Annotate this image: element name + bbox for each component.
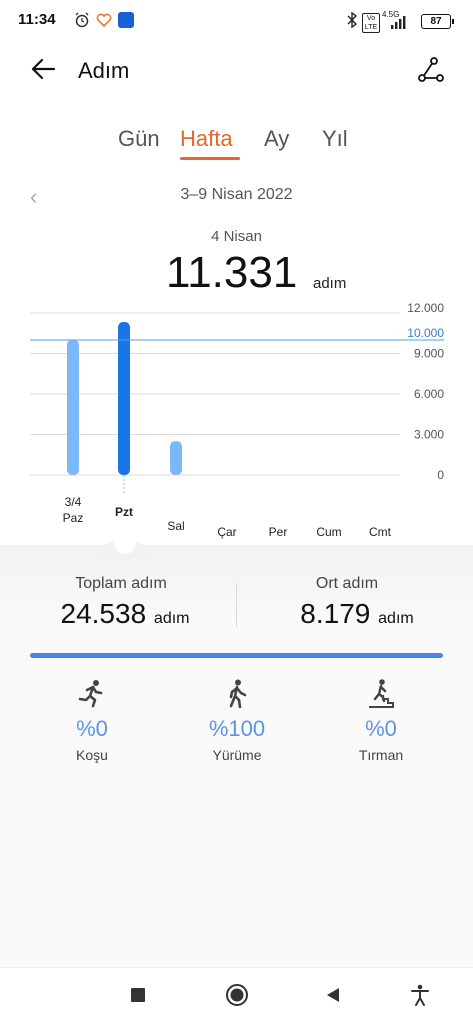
activity-distribution-bar <box>30 653 443 658</box>
average-steps: 8.179 adım <box>262 598 452 630</box>
bar <box>67 339 79 475</box>
running-percentage: %0 <box>76 716 108 741</box>
total-steps-value: 24.538 <box>60 598 147 629</box>
selected-step-count: 11.331 <box>166 248 298 297</box>
tab-day[interactable]: Gün <box>118 126 160 152</box>
back-arrow-icon[interactable] <box>28 54 58 84</box>
walking-percentage: %100 <box>208 716 266 741</box>
walking-label: Yürüme <box>212 747 262 763</box>
running-label: Koşu <box>76 747 108 763</box>
x-tick-label: Çar <box>217 525 236 539</box>
bluetooth-icon <box>347 12 358 28</box>
x-tick-label: Paz <box>63 511 84 525</box>
x-tick-label: Cum <box>316 525 341 539</box>
average-steps-unit: adım <box>378 610 414 627</box>
y-tick-label: 0 <box>437 468 444 482</box>
y-tick-label: 3.000 <box>414 428 444 442</box>
y-tick-label: 9.000 <box>414 347 444 361</box>
climbing-percentage: %0 <box>365 716 397 741</box>
y-tick-label: 12.000 <box>407 301 444 315</box>
walking-icon <box>229 679 247 708</box>
summary-divider <box>236 583 237 627</box>
page-title: Adım <box>78 58 130 83</box>
x-date-label: 3/4 <box>65 495 82 509</box>
active-tab-indicator <box>180 157 240 160</box>
tab-year[interactable]: Yıl <box>322 126 348 152</box>
x-tick-label: Sal <box>167 519 184 533</box>
signal-icon <box>391 16 406 29</box>
health-icon <box>96 13 112 28</box>
x-tick-label: Cmt <box>369 525 392 539</box>
recents-square-icon[interactable] <box>130 987 146 1003</box>
battery-indicator: 87 <box>421 14 454 29</box>
selected-step-unit: adım <box>313 275 347 292</box>
status-time: 11:34 <box>18 11 56 28</box>
home-circle-icon[interactable] <box>225 983 249 1007</box>
selected-date: 4 Nisan <box>211 228 262 245</box>
tab-month[interactable]: Ay <box>264 126 289 152</box>
x-tick-label: Per <box>269 525 288 539</box>
bar <box>118 322 130 475</box>
date-range: 3–9 Nisan 2022 <box>180 186 293 203</box>
climbing-icon <box>369 679 394 708</box>
app-badge-icon <box>118 12 134 28</box>
y-tick-label: 6.000 <box>414 387 444 401</box>
average-steps-label: Ort adım <box>315 575 379 592</box>
total-steps-label: Toplam adım <box>75 575 167 592</box>
goal-label: 10.000 <box>407 326 444 340</box>
tab-week[interactable]: Hafta <box>180 126 233 152</box>
running-icon <box>78 680 103 708</box>
volte-badge: Vo LTE <box>362 13 380 33</box>
total-steps-unit: adım <box>153 610 190 627</box>
chart-selection-knob[interactable] <box>100 528 150 558</box>
alarm-icon <box>75 12 89 28</box>
average-steps-value: 8.179 <box>300 598 371 629</box>
bar <box>170 441 182 475</box>
route-icon[interactable] <box>417 56 445 84</box>
accessibility-icon[interactable] <box>410 984 430 1006</box>
total-steps: 24.538 adım <box>30 598 220 630</box>
climbing-label: Tırman <box>358 747 404 763</box>
back-triangle-icon[interactable] <box>325 987 341 1003</box>
steps-bar-chart[interactable]: 12.000 9.000 6.000 3.000 0 10.000 3/4 Paz Pzt Sal… <box>0 300 473 550</box>
x-tick-label: Pzt <box>115 505 133 519</box>
